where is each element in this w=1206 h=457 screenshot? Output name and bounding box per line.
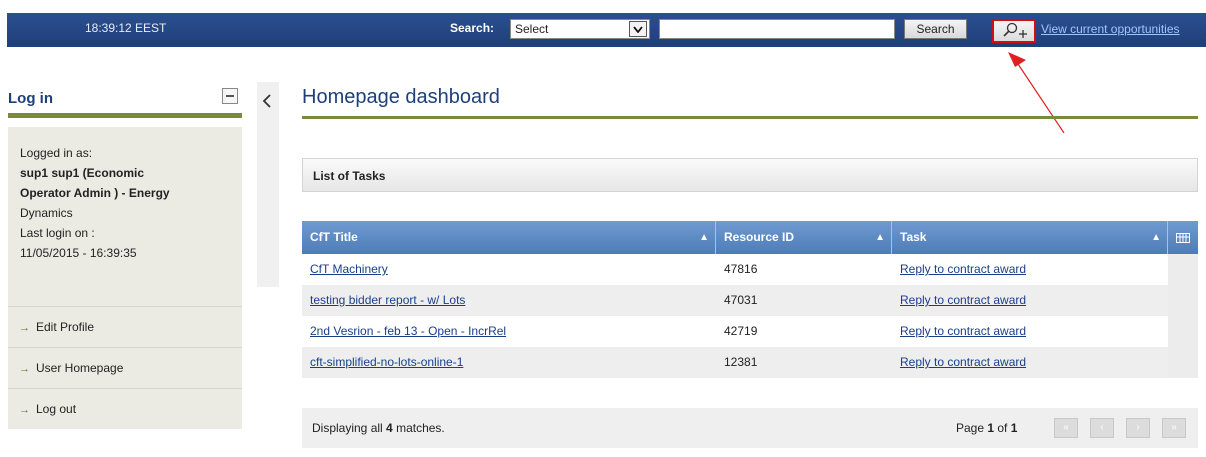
- sidebar-link-label: User Homepage: [36, 361, 124, 375]
- grid-footer: Displaying all 4 matches. Page 1 of 1 « …: [302, 408, 1198, 448]
- table-row: testing bidder report - w/ Lots 47031 Re…: [302, 285, 1198, 316]
- clock: 18:39:12 EEST: [85, 21, 167, 35]
- sidebar-link-log-out[interactable]: → Log out: [8, 388, 242, 428]
- sort-icon: ▲: [699, 232, 709, 243]
- title-rule: [302, 116, 1198, 119]
- last-page-button[interactable]: »: [1162, 418, 1186, 438]
- search-type-value: Select: [515, 22, 549, 36]
- prev-page-button[interactable]: ‹: [1090, 418, 1114, 438]
- last-login-label: Last login on :: [20, 226, 95, 240]
- chevron-down-icon[interactable]: [629, 21, 647, 37]
- cell-title[interactable]: cft-simplified-no-lots-online-1: [302, 347, 463, 378]
- cell-resource-id: 47816: [724, 262, 758, 276]
- arrow-right-icon: →: [19, 322, 30, 334]
- logged-in-as-label: Logged in as:: [20, 146, 93, 160]
- page-indicator: Page 1 of 1: [956, 421, 1018, 435]
- table-row: 2nd Vesrion - feb 13 - Open - IncrRel 42…: [302, 316, 1198, 347]
- sidebar-link-edit-profile[interactable]: → Edit Profile: [8, 306, 242, 346]
- tasks-panel-title: List of Tasks: [313, 169, 386, 183]
- user-name-line2: Operator Admin ) - Energy: [20, 186, 170, 200]
- sidebar-rule: [8, 113, 242, 118]
- task-link[interactable]: Reply to contract award: [900, 355, 1026, 369]
- search-type-select[interactable]: Select: [510, 19, 650, 39]
- arrow-right-icon: →: [19, 363, 30, 375]
- advanced-search-button[interactable]: [992, 19, 1036, 43]
- column-chooser-icon[interactable]: [1168, 221, 1198, 254]
- page-title: Homepage dashboard: [302, 86, 500, 108]
- cell-title[interactable]: 2nd Vesrion - feb 13 - Open - IncrRel: [302, 316, 506, 347]
- search-input[interactable]: [659, 19, 895, 39]
- cell-resource-id: 12381: [724, 355, 758, 369]
- cell-task[interactable]: Reply to contract award: [892, 285, 1026, 316]
- column-header-cft-title[interactable]: CfT Title ▲: [302, 221, 716, 254]
- cell-task[interactable]: Reply to contract award: [892, 347, 1026, 378]
- search-button[interactable]: Search: [904, 19, 967, 39]
- cft-title-link[interactable]: cft-simplified-no-lots-online-1: [310, 355, 463, 369]
- login-panel-title: Log in: [8, 90, 53, 107]
- cell-resource-id: 42719: [724, 324, 758, 338]
- grid-scroll-column: [1168, 254, 1198, 378]
- column-header-resource-id[interactable]: Resource ID ▲: [716, 221, 892, 254]
- table-row: CfT Machinery 47816 Reply to contract aw…: [302, 254, 1198, 285]
- user-org-line: Dynamics: [20, 206, 73, 220]
- cell-resource-id: 47031: [724, 293, 758, 307]
- login-info: Logged in as: sup1 sup1 (Economic Operat…: [8, 127, 242, 263]
- cell-title[interactable]: testing bidder report - w/ Lots: [302, 285, 465, 316]
- task-link[interactable]: Reply to contract award: [900, 293, 1026, 307]
- task-link[interactable]: Reply to contract award: [900, 324, 1026, 338]
- last-login-value: 11/05/2015 - 16:39:35: [20, 246, 137, 260]
- login-panel: Logged in as: sup1 sup1 (Economic Operat…: [8, 127, 242, 429]
- first-page-button[interactable]: «: [1054, 418, 1078, 438]
- sidebar-link-label: Log out: [36, 402, 77, 416]
- collapse-panel-button[interactable]: [222, 88, 238, 104]
- top-bar-inner: 18:39:12 EEST Search: Select Search View…: [7, 13, 1206, 47]
- sidebar-link-label: Edit Profile: [36, 320, 95, 334]
- task-link[interactable]: Reply to contract award: [900, 262, 1026, 276]
- arrow-right-icon: →: [19, 404, 30, 416]
- cft-title-link[interactable]: CfT Machinery: [310, 262, 388, 276]
- sort-icon: ▲: [1151, 232, 1161, 243]
- tasks-panel-header: List of Tasks: [302, 158, 1198, 192]
- sort-icon: ▲: [875, 232, 885, 243]
- cell-title[interactable]: CfT Machinery: [302, 254, 388, 285]
- view-current-opportunities-link[interactable]: View current opportunities: [1041, 22, 1180, 36]
- table-row: cft-simplified-no-lots-online-1 12381 Re…: [302, 347, 1198, 378]
- cft-title-link[interactable]: 2nd Vesrion - feb 13 - Open - IncrRel: [310, 324, 506, 338]
- next-page-button[interactable]: ›: [1126, 418, 1150, 438]
- column-header-task[interactable]: Task ▲: [892, 221, 1168, 254]
- user-name-line1: sup1 sup1 (Economic: [20, 166, 145, 180]
- chevron-left-icon[interactable]: [262, 94, 272, 113]
- sidebar-link-user-homepage[interactable]: → User Homepage: [8, 347, 242, 387]
- search-plus-icon: [1003, 22, 1027, 38]
- search-label: Search:: [450, 21, 495, 35]
- cell-task[interactable]: Reply to contract award: [892, 254, 1026, 285]
- cft-title-link[interactable]: testing bidder report - w/ Lots: [310, 293, 465, 307]
- match-count: Displaying all 4 matches.: [312, 421, 445, 435]
- grid-header: CfT Title ▲ Resource ID ▲ Task ▲: [302, 221, 1198, 254]
- top-bar: 18:39:12 EEST Search: Select Search View…: [0, 0, 1206, 52]
- cell-task[interactable]: Reply to contract award: [892, 316, 1026, 347]
- tasks-grid: CfT Title ▲ Resource ID ▲ Task ▲ CfT Machin…: [302, 221, 1198, 378]
